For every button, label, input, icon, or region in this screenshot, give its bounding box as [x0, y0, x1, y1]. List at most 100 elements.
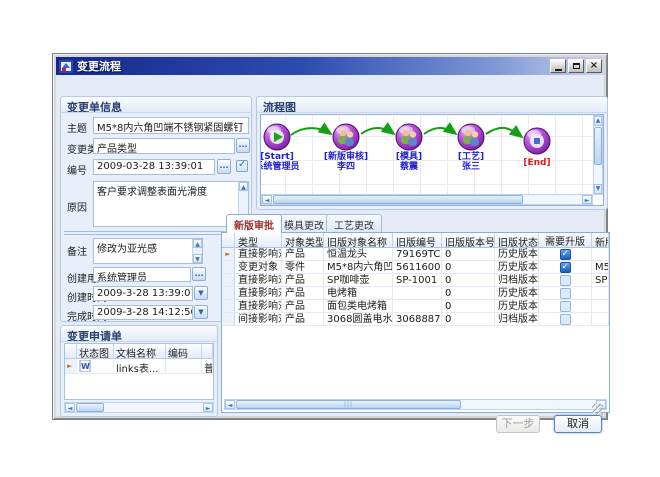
flow-node-mold[interactable] [396, 124, 422, 150]
table-row[interactable]: ► 直接影响对象 产品 电烤箱 0 历史版本 [222, 287, 609, 300]
create-time-dropdown-button[interactable]: ▼ [194, 286, 208, 300]
creator-input[interactable]: 系统管理员 [93, 267, 191, 282]
number-checkbox[interactable] [236, 160, 248, 172]
upgrade-checkbox[interactable] [560, 275, 571, 286]
upgrade-checkbox[interactable] [560, 249, 571, 260]
panel-title: 变更单信息 [61, 97, 251, 113]
old-name-cell: 电烤箱 [324, 287, 393, 300]
selected-row-icon: ► [67, 360, 74, 372]
scroll-down-icon[interactable]: ▼ [193, 254, 202, 263]
scroll-up-icon[interactable]: ▲ [239, 182, 248, 191]
column-header[interactable]: 旧版版本号 [442, 233, 495, 248]
old-name-cell: M5*8内六角凹... [324, 261, 393, 274]
remark-label: 备注 [67, 243, 87, 258]
old-version-cell: 0 [442, 261, 495, 274]
flow-node-review[interactable] [333, 124, 359, 150]
tab-craft-change[interactable]: 工艺更改 [326, 214, 382, 232]
old-status-cell: 历史版本 [495, 248, 539, 261]
column-header[interactable]: 旧版对象名称 [324, 233, 393, 248]
creator-ellipsis-button[interactable]: ... [192, 267, 206, 281]
flow-vertical-scrollbar[interactable]: ▲ ▼ [593, 115, 603, 195]
upgrade-checkbox[interactable] [560, 301, 571, 312]
object-type-cell: 产品 [282, 274, 324, 287]
remark-textarea[interactable]: 修改为亚光感 ▲ ▼ [93, 238, 203, 264]
column-header[interactable]: 类型 [235, 233, 282, 248]
type-cell: 直接影响对象 [235, 274, 282, 287]
request-table-row[interactable]: ► W links表... 普 [65, 359, 213, 374]
column-header[interactable]: 需要升版 [539, 233, 592, 248]
request-horizontal-scrollbar[interactable]: ◄ ► [64, 402, 214, 413]
change-type-input[interactable]: 产品类型 [93, 138, 235, 154]
type-cell: 直接影响对象 [235, 300, 282, 313]
scroll-up-icon[interactable]: ▲ [594, 116, 602, 126]
old-version-cell: 0 [442, 313, 495, 326]
old-version-cell: 0 [442, 287, 495, 300]
flow-node-craft[interactable] [458, 124, 484, 150]
number-input[interactable]: 2009-03-28 13:39:01 [93, 159, 215, 175]
scroll-down-icon[interactable]: ▼ [594, 184, 602, 194]
upgrade-checkbox[interactable] [560, 262, 571, 273]
scroll-left-icon[interactable]: ◄ [225, 400, 235, 409]
row-indicator: ► [222, 261, 235, 274]
create-time-input[interactable]: 2009-3-28 13:39:01 [93, 286, 193, 301]
upgrade-cell [539, 248, 592, 261]
old-status-cell: 历史版本 [495, 300, 539, 313]
column-header[interactable]: 文档名称 [114, 344, 166, 359]
remark-scrollbar[interactable]: ▲ ▼ [192, 239, 202, 263]
tab-new-version-approval[interactable]: 新版审批 [226, 214, 282, 233]
table-row[interactable]: ► 直接影响对象 产品 恒温龙头 79169TC 0 历史版本 [222, 248, 609, 261]
table-row[interactable]: ► 直接影响对象 产品 SP咖啡壶 SP-1001 0 归档版本 SP咖 [222, 274, 609, 287]
scrollbar-thumb[interactable]: ||| [236, 400, 461, 409]
old-code-cell [393, 287, 442, 300]
old-name-cell: 恒温龙头 [324, 248, 393, 261]
column-header[interactable]: 新版 [592, 233, 609, 248]
scrollbar-thumb[interactable] [594, 127, 602, 165]
tab-mold-change[interactable]: 模具更改 [276, 214, 332, 232]
upgrade-checkbox[interactable] [560, 288, 571, 299]
cancel-button[interactable]: 取消 [554, 415, 602, 433]
upgrade-checkbox[interactable] [560, 314, 571, 325]
scroll-left-icon[interactable]: ◄ [65, 403, 75, 412]
selected-row-icon: ► [225, 248, 231, 260]
table-row[interactable]: ► 直接影响对象 产品 面包类电烤箱 0 历史版本 [222, 300, 609, 313]
restore-button[interactable] [568, 59, 584, 73]
change-type-ellipsis-button[interactable]: ... [236, 138, 250, 153]
finish-time-input[interactable]: 2009-3-28 14:12:50 [93, 305, 193, 320]
flow-canvas[interactable]: [Start]系统管理员 [新版审核]李四 [模具]蔡震 [工艺]张三 [End… [260, 114, 604, 206]
column-header[interactable]: 旧版编号 [393, 233, 442, 248]
flow-node-label: [End] [492, 158, 582, 168]
type-cell: 直接影响对象 [235, 248, 282, 261]
flow-node-end[interactable] [524, 128, 550, 154]
grid-horizontal-scrollbar[interactable]: ◄ ||| ► [224, 399, 607, 410]
scrollbar-thumb[interactable] [273, 195, 523, 204]
restore-icon [573, 63, 580, 69]
reason-label: 原因 [67, 199, 87, 214]
resize-grip[interactable] [592, 404, 603, 415]
column-header[interactable]: 旧版状态 [495, 233, 539, 248]
scroll-right-icon[interactable]: ► [582, 195, 592, 204]
object-type-cell: 产品 [282, 313, 324, 326]
column-header[interactable]: 对象类型 [282, 233, 324, 248]
new-name-cell [592, 287, 609, 300]
column-header[interactable]: 状态图 [77, 344, 114, 359]
scroll-right-icon[interactable]: ► [203, 403, 213, 412]
next-button[interactable]: 下一步 [496, 415, 540, 433]
flow-horizontal-scrollbar[interactable]: ◄ ► [261, 194, 593, 205]
subject-input[interactable]: M5*8内六角凹端不锈钢紧固螺钉 [93, 117, 249, 134]
number-ellipsis-button[interactable]: ... [217, 159, 231, 174]
scrollbar-thumb[interactable] [76, 403, 104, 412]
table-row[interactable]: ► 间接影响对象 产品 3068圆盖电水壶 3068887 0 归档版本 [222, 313, 609, 326]
scroll-up-icon[interactable]: ▲ [193, 239, 202, 248]
finish-time-dropdown-button[interactable]: ▼ [194, 305, 208, 319]
minimize-button[interactable] [550, 59, 566, 73]
old-status-cell: 归档版本 [495, 274, 539, 287]
table-row[interactable]: ► 变更对象 零件 M5*8内六角凹... 5611600 0 历史版本 M5*… [222, 261, 609, 274]
close-button[interactable]: × [586, 59, 602, 73]
scroll-left-icon[interactable]: ◄ [262, 195, 272, 204]
column-header[interactable]: 编码 [166, 344, 202, 359]
reason-text: 客户要求调整表面光滑度 [97, 187, 207, 198]
object-type-cell: 产品 [282, 248, 324, 261]
titlebar[interactable]: 变更流程 × [56, 57, 604, 75]
flow-node-start[interactable] [264, 124, 290, 150]
panel-title: 变更申请单 [61, 326, 217, 342]
